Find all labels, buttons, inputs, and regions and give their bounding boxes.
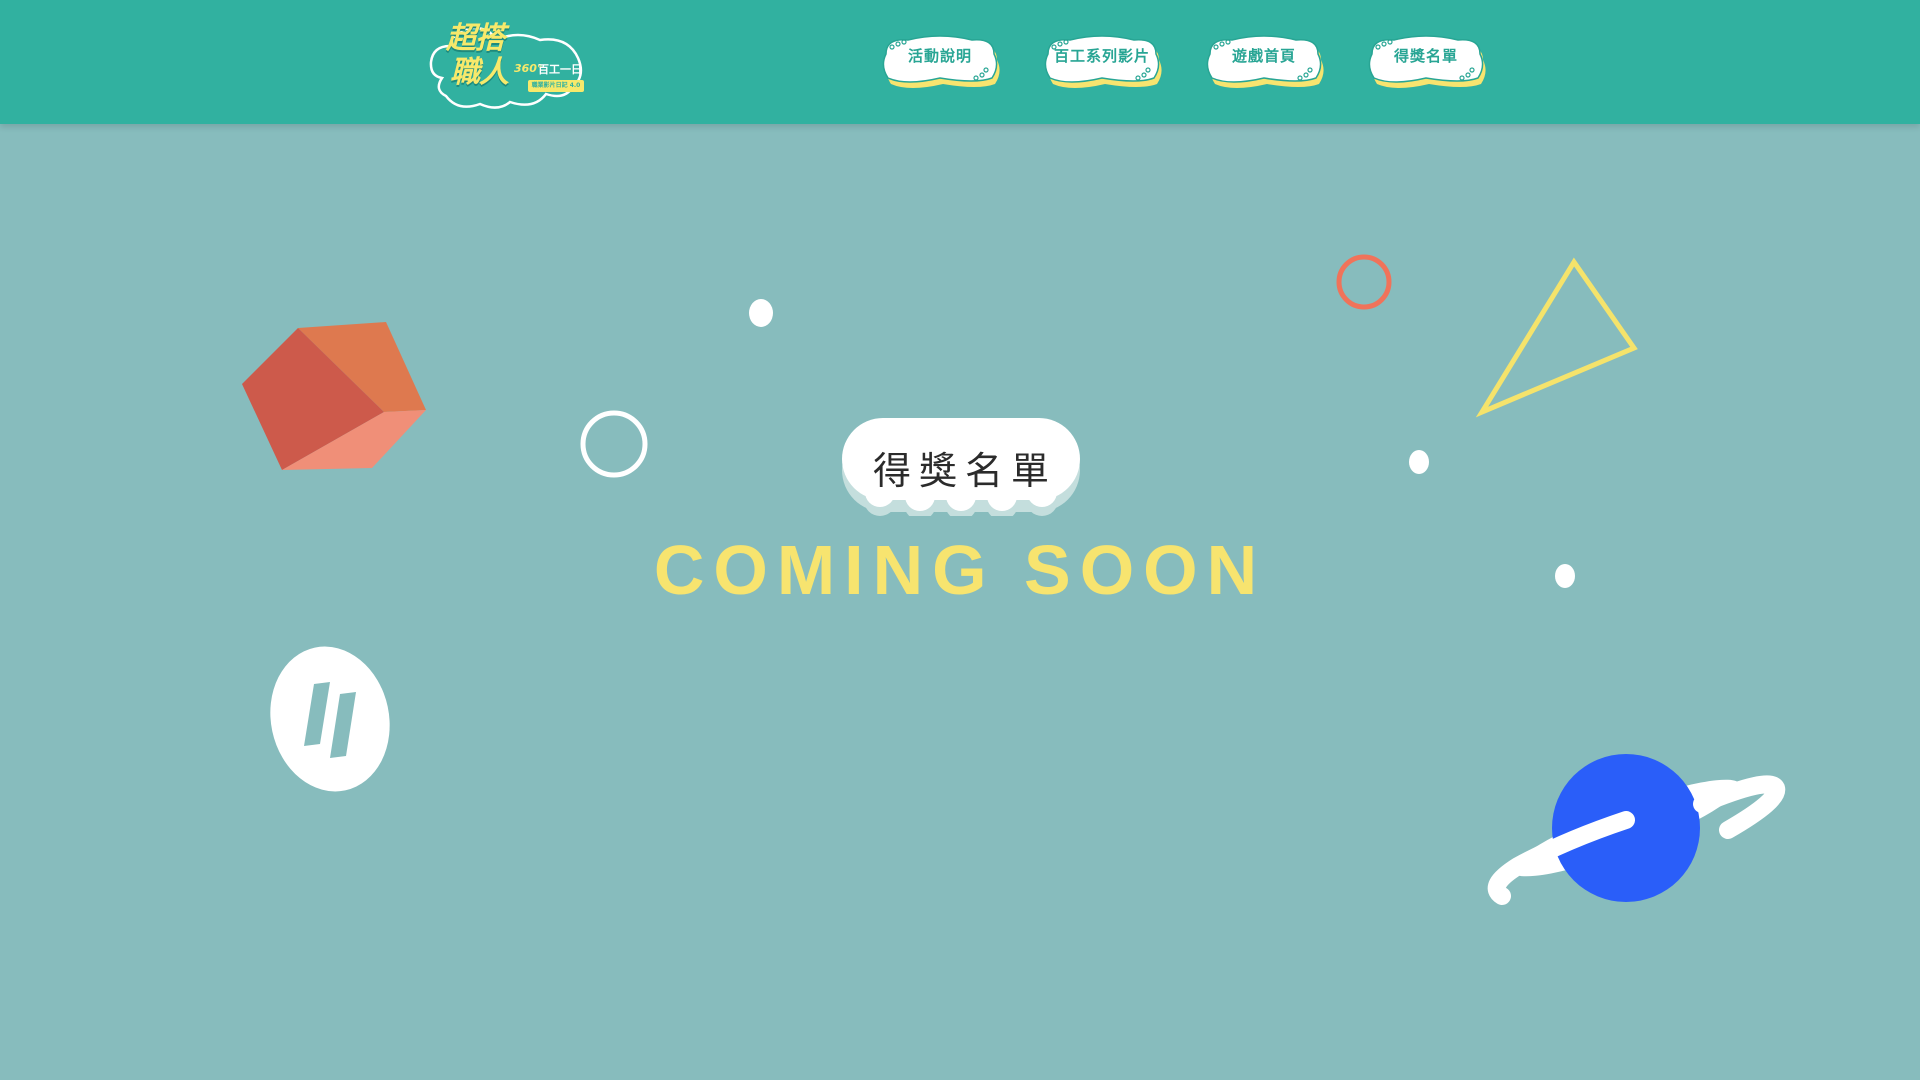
site-header: 超搭 職人 360° 百工一日 職業影片日記 4.0 活動說明 百工系列影片 遊…	[0, 0, 1920, 124]
ring-outline-white	[580, 410, 648, 478]
ring-outline-coral	[1336, 254, 1392, 310]
nav-item-activity[interactable]: 活動說明	[878, 34, 1002, 92]
coming-soon-text: COMING SOON	[653, 531, 1267, 609]
site-logo[interactable]: 超搭 職人 360° 百工一日 職業影片日記 4.0	[428, 18, 588, 112]
nav-item-label: 得獎名單	[1393, 47, 1458, 65]
nav-item-label: 遊戲首頁	[1231, 47, 1296, 65]
nav-item-videos[interactable]: 百工系列影片	[1040, 34, 1164, 92]
planet-icon	[1487, 754, 1786, 905]
dot-white	[1555, 564, 1575, 588]
logo-tag: 職業影片日記 4.0	[528, 80, 584, 92]
logo-wordmark: 超搭 職人	[446, 22, 526, 90]
nav-item-label: 百工系列影片	[1053, 47, 1150, 65]
logo-subtitle: 百工一日	[538, 63, 582, 76]
triangle-outline-icon	[1475, 257, 1638, 418]
pause-icon	[270, 646, 390, 792]
nav-item-label: 活動說明	[907, 47, 972, 65]
nav-item-game-home[interactable]: 遊戲首頁	[1202, 34, 1326, 92]
dot-white	[749, 299, 773, 327]
page-title-badge: 得獎名單	[840, 416, 1082, 516]
page-title: 得獎名單	[872, 449, 1057, 493]
nav-item-winners[interactable]: 得獎名單	[1364, 34, 1488, 92]
dot-white	[1409, 450, 1429, 474]
logo-line-1: 超搭	[446, 21, 505, 56]
cube-icon	[242, 322, 426, 470]
